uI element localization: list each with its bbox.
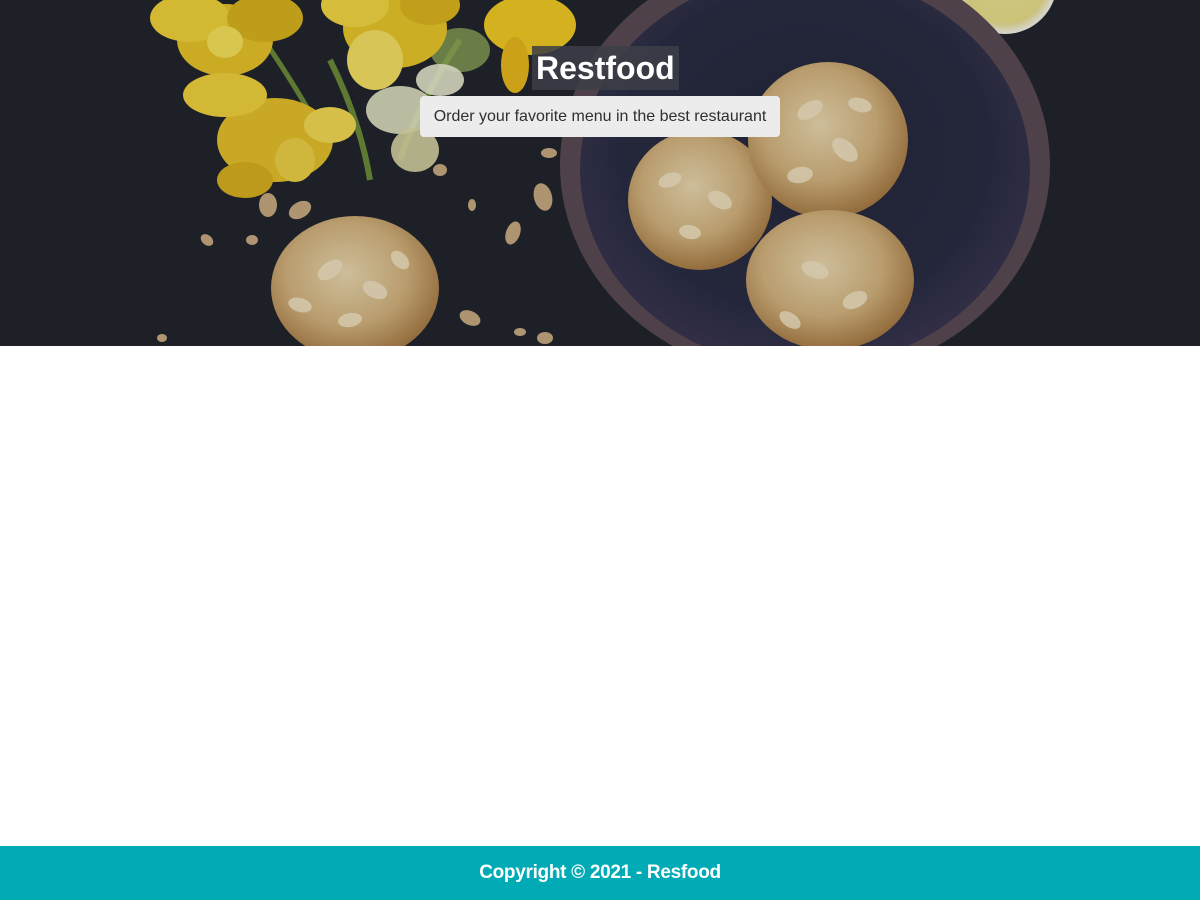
- page: Restfood Order your favorite menu in the…: [0, 0, 1200, 900]
- footer: Copyright © 2021 - Resfood: [0, 846, 1200, 900]
- hero-tagline: Order your favorite menu in the best res…: [420, 96, 780, 137]
- hero-banner: Restfood Order your favorite menu in the…: [0, 0, 1200, 346]
- copyright-text: Copyright © 2021 - Resfood: [479, 862, 721, 883]
- page-title: Restfood: [532, 46, 679, 90]
- main-content: [0, 346, 1200, 846]
